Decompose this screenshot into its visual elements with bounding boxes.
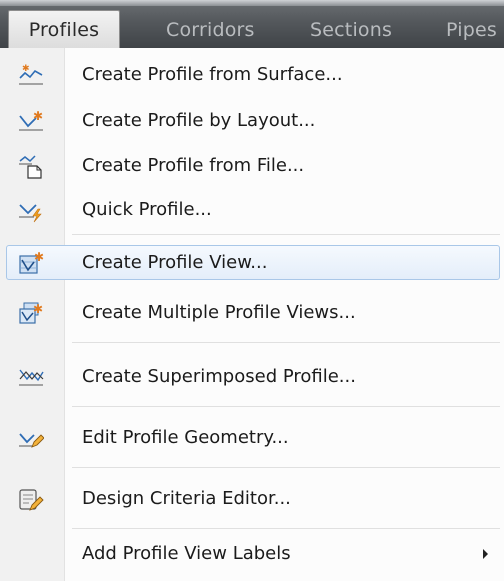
profile-by-layout-icon: ✱ <box>18 108 44 134</box>
superimposed-profile-icon <box>18 364 44 390</box>
svg-text:✱: ✱ <box>34 250 44 264</box>
menu-item-add-profile-view-labels[interactable]: Add Profile View Labels <box>0 537 504 571</box>
menu-item-create-profile-view[interactable]: ✱ Create Profile View... <box>0 245 504 280</box>
menu-separator <box>72 342 500 343</box>
menu-sections[interactable]: Sections <box>310 13 392 47</box>
menu-item-quick-profile[interactable]: Quick Profile... <box>0 193 504 227</box>
menu-item-label: Create Superimposed Profile... <box>82 366 356 387</box>
menu-profiles[interactable]: Profiles <box>8 10 120 49</box>
menu-item-label: Quick Profile... <box>82 199 212 220</box>
svg-text:✱: ✱ <box>33 302 43 316</box>
menu-item-label: Edit Profile Geometry... <box>82 427 289 448</box>
menu-item-label: Create Profile View... <box>82 252 268 273</box>
profile-from-file-icon <box>18 153 44 179</box>
menu-corridors[interactable]: Corridors <box>166 13 255 47</box>
profile-view-icon: ✱ <box>18 250 44 276</box>
menu-item-label: Create Profile by Layout... <box>82 110 316 131</box>
menu-separator <box>72 406 500 407</box>
menu-item-create-profile-from-surface[interactable]: ✱ Create Profile from Surface... <box>0 58 504 92</box>
menu-bar: Profiles Corridors Sections Pipes <box>0 0 504 49</box>
menu-item-label: Create Profile from File... <box>82 155 305 176</box>
menu-item-design-criteria-editor[interactable]: Design Criteria Editor... <box>0 482 504 516</box>
submenu-arrow-icon <box>483 549 488 559</box>
menu-separator <box>72 234 500 235</box>
menu-pipes[interactable]: Pipes <box>446 13 497 47</box>
menu-item-create-profile-by-layout[interactable]: ✱ Create Profile by Layout... <box>0 104 504 138</box>
design-criteria-editor-icon <box>18 486 44 512</box>
menu-item-create-multiple-profile-views[interactable]: ✱ Create Multiple Profile Views... <box>0 296 504 330</box>
profiles-dropdown-menu: ✱ Create Profile from Surface... ✱ Creat… <box>0 48 504 581</box>
menu-item-label: Create Profile from Surface... <box>82 64 343 85</box>
quick-profile-icon <box>18 197 44 223</box>
menu-bar-top-strip <box>0 0 504 6</box>
menu-item-label: Add Profile View Labels <box>82 543 291 564</box>
menu-item-label: Design Criteria Editor... <box>82 488 291 509</box>
multiple-profile-views-icon: ✱ <box>18 300 44 326</box>
menu-item-label: Create Multiple Profile Views... <box>82 302 356 323</box>
profile-from-surface-icon: ✱ <box>18 62 44 88</box>
menu-item-create-profile-from-file[interactable]: Create Profile from File... <box>0 149 504 183</box>
menu-separator <box>72 528 500 529</box>
edit-profile-geometry-icon <box>18 425 45 451</box>
menu-item-edit-profile-geometry[interactable]: Edit Profile Geometry... <box>0 421 504 455</box>
svg-text:✱: ✱ <box>22 64 30 74</box>
menu-item-create-superimposed-profile[interactable]: Create Superimposed Profile... <box>0 360 504 394</box>
svg-text:✱: ✱ <box>33 109 43 123</box>
menu-separator <box>72 467 500 468</box>
